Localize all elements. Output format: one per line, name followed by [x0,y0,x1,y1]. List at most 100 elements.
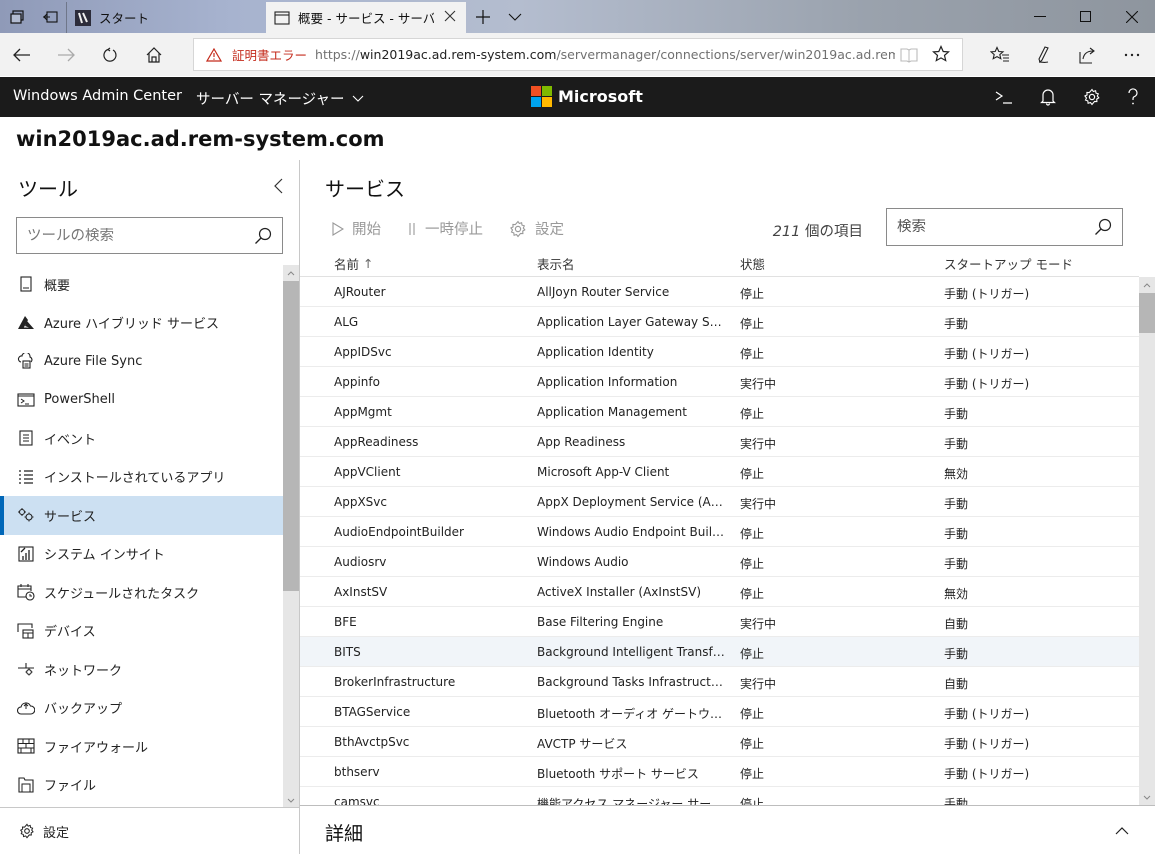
forward-button[interactable] [44,33,88,76]
gear-icon [1084,88,1100,106]
chevron-down-icon [353,95,364,102]
settings-button[interactable] [1072,77,1112,117]
cell-display-name: Windows Audio Endpoint Builder [537,525,727,539]
sidebar-item-firewall[interactable]: ファイアウォール [0,727,283,766]
table-row[interactable]: Appinfo Application Information 実行中 手動 (トリガ… [300,367,1139,397]
expand-details-button[interactable] [1111,820,1133,842]
service-search-field[interactable] [886,208,1123,246]
table-row[interactable]: BITS Background Intelligent Transfer S...… [300,637,1139,667]
column-header-name[interactable]: 名前 ↑ [334,254,374,273]
sidebar-item-overview[interactable]: 概要 [0,265,283,304]
table-row[interactable]: AxInstSV ActiveX Installer (AxInstSV) 停止 無効 [300,577,1139,607]
back-button[interactable] [0,33,44,76]
scrollbar-thumb[interactable] [1139,293,1155,333]
web-note-button[interactable] [1022,33,1066,76]
minimize-button[interactable] [1017,0,1063,33]
scroll-down-button[interactable] [1139,789,1155,805]
scroll-up-button[interactable] [1139,277,1155,293]
sidebar-item-scheduled-tasks[interactable]: スケジュールされたタスク [0,573,283,612]
table-row[interactable]: BrokerInfrastructure Background Tasks Inf… [300,667,1139,697]
table-row[interactable]: Audiosrv Windows Audio 停止 手動 [300,547,1139,577]
sidebar-settings[interactable]: 設定 [0,807,300,854]
more-button[interactable] [1110,33,1154,76]
table-row[interactable]: BFE Base Filtering Engine 実行中 自動 [300,607,1139,637]
table-row[interactable]: AppVClient Microsoft App-V Client 停止 無効 [300,457,1139,487]
table-row[interactable]: BTAGService Bluetooth オーディオ ゲートウェ... 停止 手動 … [300,697,1139,727]
pause-button[interactable]: 一時停止 [407,218,483,239]
close-icon [1126,10,1138,23]
table-row[interactable]: bthserv Bluetooth サポート サービス 停止 手動 (トリガー) [300,757,1139,787]
scroll-up-button[interactable] [283,265,299,281]
tab-start[interactable]: スタート [66,2,266,33]
column-label: 表示名 [537,257,575,272]
certificate-error-label[interactable]: 証明書エラー [232,45,307,64]
tab-manager-button[interactable] [0,0,34,33]
cell-display-name: Bluetooth オーディオ ゲートウェ... [537,707,727,721]
sidebar-item-network[interactable]: ネットワーク [0,650,283,689]
column-header-startup-mode[interactable]: スタートアップ モード [944,254,1073,273]
scroll-down-button[interactable] [283,792,299,808]
table-row[interactable]: AppMgmt Application Management 停止 手動 [300,397,1139,427]
table-scrollbar[interactable] [1139,277,1155,805]
search-button[interactable] [1094,218,1112,236]
table-row[interactable]: AJRouter AllJoyn Router Service 停止 手動 (トリガー… [300,277,1139,307]
column-header-state[interactable]: 状態 [740,254,765,273]
service-search-input[interactable] [897,219,1077,235]
start-button[interactable]: 開始 [332,218,381,239]
tab-close-button[interactable] [442,8,458,24]
table-row[interactable]: ALG Application Layer Gateway Service 停止 手動 [300,307,1139,337]
sidebar-item-label: インストールされているアプリ [44,471,226,487]
item-count-number: 211 [772,224,801,240]
tab-services[interactable]: 概要 - サービス - サーバー マネージャー [266,2,466,33]
table-row[interactable]: AppReadiness App Readiness 実行中 手動 [300,427,1139,457]
set-aside-tabs-button[interactable] [34,0,66,33]
cell-name: Appinfo [334,375,380,389]
sidebar-scrollbar[interactable] [283,265,299,808]
reading-view-button[interactable] [900,47,918,63]
tool-search-field[interactable] [16,217,283,254]
maximize-button[interactable] [1063,0,1109,33]
settings-label: 設定 [535,222,564,238]
sidebar-item-powershell[interactable]: PowerShell [0,381,283,420]
app-title[interactable]: Windows Admin Center [13,88,182,104]
home-button[interactable] [132,33,176,76]
cell-name: camsvc [334,795,380,805]
table-row[interactable]: AudioEndpointBuilder Windows Audio Endpoi… [300,517,1139,547]
solution-menu[interactable]: サーバー マネージャー [196,88,364,109]
sidebar-item-services[interactable]: サービス [0,496,283,535]
address-bar[interactable]: 証明書エラー https://win2019ac.ad.rem-system.c… [193,38,963,71]
scrollbar-thumb[interactable] [283,281,299,591]
refresh-button[interactable] [88,33,132,76]
cell-state: 停止 [740,797,765,805]
share-button[interactable] [1066,33,1110,76]
favorite-button[interactable] [932,45,950,63]
url-text[interactable]: https://win2019ac.ad.rem-system.com/serv… [315,47,895,62]
favorites-hub-button[interactable] [978,33,1022,76]
sidebar-item-devices[interactable]: デバイス [0,612,283,651]
new-tab-button[interactable] [468,0,498,33]
sidebar-item-events[interactable]: イベント [0,419,283,458]
sidebar-item-files[interactable]: ファイル [0,766,283,805]
service-settings-button[interactable]: 設定 [509,218,564,239]
powershell-button[interactable] [984,77,1024,117]
table-row[interactable]: camsvc 機能アクセス マネージャー サー... 停止 手動 [300,787,1139,805]
table-row[interactable]: BthAvctpSvc AVCTP サービス 停止 手動 (トリガー) [300,727,1139,757]
close-window-button[interactable] [1109,0,1155,33]
tool-search-input[interactable] [27,227,247,244]
sidebar-item-system-insights[interactable]: システム インサイト [0,535,283,574]
cell-display-name: AllJoyn Router Service [537,285,670,299]
sidebar-item-azure-hybrid[interactable]: Azure ハイブリッド サービス [0,304,283,343]
collapse-sidebar-button[interactable] [268,174,288,198]
search-button[interactable] [254,227,272,245]
app-header: Windows Admin Center サーバー マネージャー Microso… [0,77,1155,117]
column-header-display-name[interactable]: 表示名 [537,254,575,273]
sidebar-item-installed-apps[interactable]: インストールされているアプリ [0,458,283,497]
notifications-button[interactable] [1028,77,1068,117]
cell-name: AxInstSV [334,585,388,599]
sidebar-item-azure-file-sync[interactable]: Azure File Sync [0,342,283,381]
help-button[interactable] [1113,77,1153,117]
tab-preview-button[interactable] [500,0,530,33]
sidebar-item-backup[interactable]: バックアップ [0,689,283,728]
table-row[interactable]: AppIDSvc Application Identity 停止 手動 (トリガー) [300,337,1139,367]
table-row[interactable]: AppXSvc AppX Deployment Service (AppX... 実… [300,487,1139,517]
